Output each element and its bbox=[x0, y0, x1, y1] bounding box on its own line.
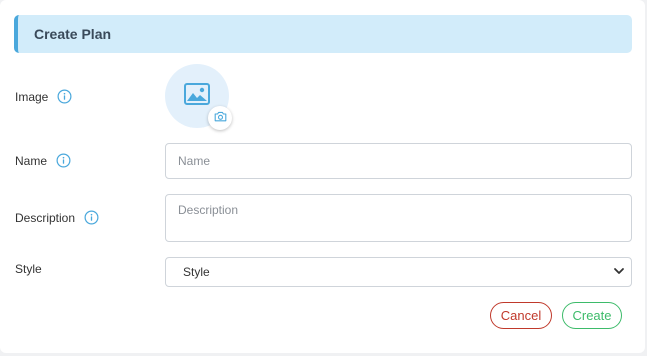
description-label: Description bbox=[15, 210, 76, 225]
name-label-row: Name bbox=[15, 153, 71, 168]
style-label-row: Style bbox=[15, 262, 42, 276]
description-label-row: Description bbox=[15, 210, 99, 225]
create-button[interactable]: Create bbox=[562, 302, 622, 329]
image-icon bbox=[184, 82, 210, 110]
style-label: Style bbox=[15, 262, 42, 276]
name-input[interactable] bbox=[165, 143, 632, 179]
info-icon[interactable] bbox=[84, 210, 99, 225]
name-label: Name bbox=[15, 153, 48, 168]
info-icon[interactable] bbox=[56, 153, 71, 168]
camera-icon bbox=[214, 109, 227, 127]
style-select[interactable]: Style bbox=[165, 257, 632, 287]
image-label: Image bbox=[15, 89, 49, 104]
page-title: Create Plan bbox=[34, 26, 112, 42]
image-label-row: Image bbox=[15, 89, 72, 104]
create-plan-card: Create Plan Image Name Name Description … bbox=[0, 0, 645, 353]
description-input[interactable] bbox=[165, 194, 632, 242]
camera-button[interactable] bbox=[208, 106, 232, 130]
cancel-button[interactable]: Cancel bbox=[490, 302, 552, 329]
form-header: Create Plan bbox=[14, 15, 632, 53]
chevron-down-icon bbox=[613, 265, 625, 280]
info-icon[interactable] bbox=[57, 89, 72, 104]
style-selected-value: Style bbox=[183, 265, 210, 279]
